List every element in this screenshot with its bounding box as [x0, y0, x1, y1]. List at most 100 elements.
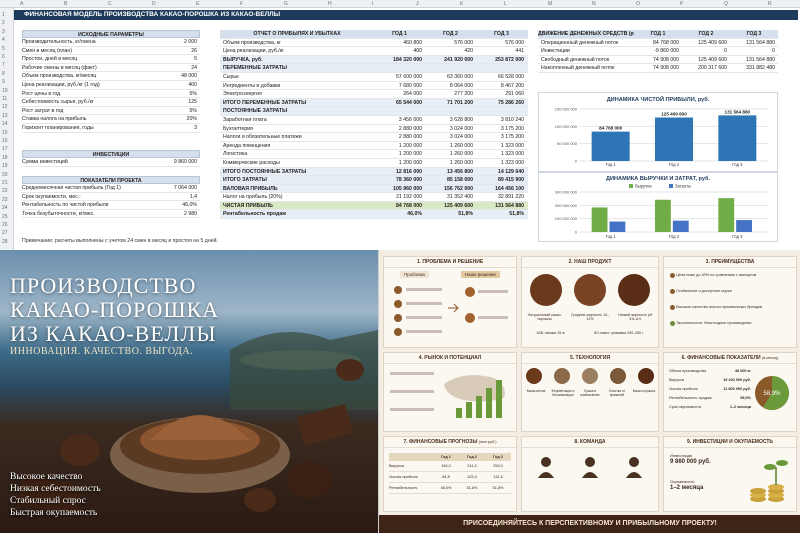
- cell-value[interactable]: 131 564 880: [476, 202, 527, 210]
- cell-value[interactable]: 0: [682, 47, 730, 55]
- row-value[interactable]: 46,0%: [150, 201, 200, 209]
- cell-value[interactable]: 131 564 880: [730, 56, 778, 64]
- column-letter[interactable]: E: [196, 1, 199, 7]
- column-letter[interactable]: G: [284, 1, 288, 7]
- bar[interactable]: [591, 207, 608, 232]
- column-letter[interactable]: Q: [724, 1, 728, 7]
- cell-value[interactable]: 71 701 200: [425, 99, 476, 107]
- cell-value[interactable]: 84 768 000: [634, 39, 682, 47]
- cell-value[interactable]: 51,8%: [425, 210, 476, 218]
- cell-value[interactable]: 31 352 400: [425, 193, 476, 201]
- cell-value[interactable]: 89 415 900: [476, 176, 527, 184]
- row-number[interactable]: 26: [2, 222, 8, 228]
- column-letter[interactable]: I: [372, 1, 373, 7]
- column-letter[interactable]: O: [636, 1, 640, 7]
- cell-value[interactable]: 1 200 000: [374, 142, 425, 150]
- cell-value[interactable]: [476, 64, 527, 72]
- row-value[interactable]: 24: [150, 64, 200, 72]
- bar[interactable]: [718, 115, 757, 161]
- column-letter[interactable]: A: [20, 1, 23, 7]
- cell-value[interactable]: -9 860 000: [634, 47, 682, 55]
- row-number[interactable]: 13: [2, 113, 8, 119]
- cell-value[interactable]: 32 891 220: [476, 193, 527, 201]
- cell-value[interactable]: [374, 107, 425, 115]
- row-number[interactable]: 9: [2, 79, 5, 85]
- cell-value[interactable]: 3 024 000: [425, 133, 476, 141]
- cell-value[interactable]: 241 920 000: [425, 56, 476, 64]
- row-number[interactable]: 22: [2, 188, 8, 194]
- cell-value[interactable]: 13 456 800: [425, 168, 476, 176]
- cell-value[interactable]: 291 060: [476, 90, 527, 98]
- cell-value[interactable]: 1 260 000: [425, 159, 476, 167]
- cell-value[interactable]: 264 000: [374, 90, 425, 98]
- cell-value[interactable]: 85 158 000: [425, 176, 476, 184]
- cell-value[interactable]: 74 908 000: [634, 56, 682, 64]
- cell-value[interactable]: 3 175 200: [476, 125, 527, 133]
- column-letter[interactable]: H: [328, 1, 332, 7]
- row-number[interactable]: 3: [2, 29, 5, 35]
- row-number[interactable]: 1: [2, 12, 5, 18]
- cell-value[interactable]: 400: [374, 47, 425, 55]
- cell-value[interactable]: 84 768 000: [374, 202, 425, 210]
- cell-value[interactable]: 8 064 000: [425, 82, 476, 90]
- cell-value[interactable]: 1 260 000: [425, 150, 476, 158]
- row-value[interactable]: 9 860 000: [150, 158, 200, 166]
- cell-value[interactable]: 3 810 240: [476, 116, 527, 124]
- cell-value[interactable]: 75 286 260: [476, 99, 527, 107]
- cell-value[interactable]: 3 175 200: [476, 133, 527, 141]
- row-number[interactable]: 23: [2, 197, 8, 203]
- cell-value[interactable]: 3 024 000: [425, 125, 476, 133]
- cell-value[interactable]: 253 872 000: [476, 56, 527, 64]
- bar[interactable]: [591, 131, 630, 161]
- cell-value[interactable]: 57 600 000: [374, 73, 425, 81]
- row-value[interactable]: 48 000: [150, 72, 200, 80]
- row-value[interactable]: 3: [150, 124, 200, 132]
- cell-value[interactable]: [425, 107, 476, 115]
- row-value[interactable]: 5%: [150, 90, 200, 98]
- cell-value[interactable]: 576 000: [425, 39, 476, 47]
- row-number[interactable]: 8: [2, 71, 5, 77]
- cell-value[interactable]: 1 323 000: [476, 142, 527, 150]
- row-value[interactable]: 5: [150, 55, 200, 63]
- bar[interactable]: [718, 198, 735, 232]
- cell-value[interactable]: 1 323 000: [476, 159, 527, 167]
- cell-value[interactable]: 1 260 000: [425, 142, 476, 150]
- column-letter[interactable]: J: [416, 1, 419, 7]
- cell-value[interactable]: 156 762 000: [425, 185, 476, 193]
- row-number[interactable]: 18: [2, 155, 8, 161]
- row-value[interactable]: 400: [150, 81, 200, 89]
- row-number[interactable]: 4: [2, 37, 5, 43]
- cell-value[interactable]: [476, 107, 527, 115]
- cell-value[interactable]: 1 200 000: [374, 159, 425, 167]
- cell-value[interactable]: 21 192 000: [374, 193, 425, 201]
- cell-value[interactable]: 420: [425, 47, 476, 55]
- row-number[interactable]: 2: [2, 20, 5, 26]
- row-value[interactable]: 26: [150, 47, 200, 55]
- row-number[interactable]: 6: [2, 54, 5, 60]
- row-value[interactable]: 1,4: [150, 193, 200, 201]
- column-letter[interactable]: M: [548, 1, 552, 7]
- row-number[interactable]: 25: [2, 214, 8, 220]
- cell-value[interactable]: 331 882 480: [730, 64, 778, 72]
- bar[interactable]: [609, 221, 626, 232]
- cell-value[interactable]: 576 000: [476, 39, 527, 47]
- column-letter[interactable]: D: [152, 1, 156, 7]
- row-value[interactable]: 2 980: [150, 210, 200, 218]
- row-number[interactable]: 5: [2, 46, 5, 52]
- cell-value[interactable]: 1 323 000: [476, 150, 527, 158]
- cell-value[interactable]: 125 409 600: [682, 39, 730, 47]
- cell-value[interactable]: 3 628 800: [425, 116, 476, 124]
- cell-value[interactable]: 7 680 000: [374, 82, 425, 90]
- cell-value[interactable]: 0: [730, 47, 778, 55]
- row-number[interactable]: 20: [2, 172, 8, 178]
- row-number[interactable]: 24: [2, 205, 8, 211]
- cell-value[interactable]: 63 360 000: [425, 73, 476, 81]
- column-letter[interactable]: K: [460, 1, 463, 7]
- row-number[interactable]: 21: [2, 180, 8, 186]
- column-letter[interactable]: L: [504, 1, 507, 7]
- column-letter[interactable]: R: [768, 1, 772, 7]
- bar[interactable]: [736, 220, 752, 232]
- cell-value[interactable]: [425, 64, 476, 72]
- row-value[interactable]: 7 064 000: [150, 184, 200, 192]
- bar[interactable]: [655, 117, 693, 161]
